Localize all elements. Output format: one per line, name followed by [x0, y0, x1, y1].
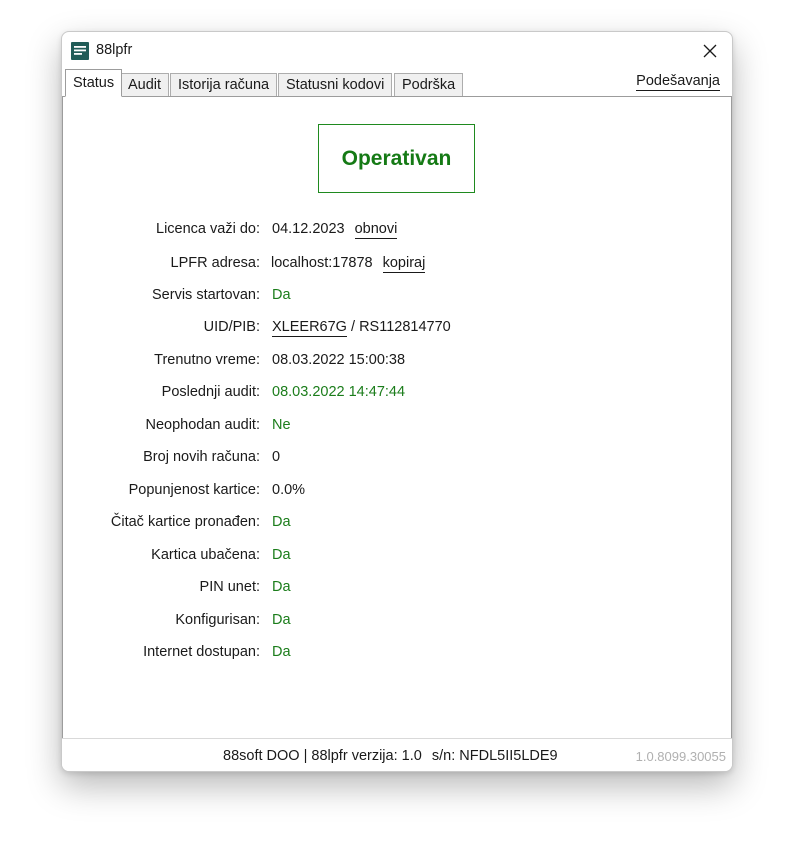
row-label: Popunjenost kartice: [128, 482, 260, 498]
row-internet-dostupan: Internet dostupan: Da [62, 644, 732, 666]
row-value: 04.12.2023 obnovi [272, 221, 398, 239]
row-label: Servis startovan: [152, 287, 260, 303]
row-uid-pib: UID/PIB: XLEER67G / RS112814770 [62, 319, 732, 341]
row-broj-novih-racuna: Broj novih računa: 0 [62, 449, 732, 471]
row-value: localhost:17878 kopiraj [271, 255, 426, 273]
row-label: Poslednji audit: [161, 384, 260, 400]
tab-istorija-racuna[interactable]: Istorija računa [170, 73, 278, 96]
license-date: 04.12.2023 [272, 221, 345, 237]
row-licenca: Licenca važi do: 04.12.2023 obnovi [62, 221, 732, 243]
lpfr-address: localhost:17878 [271, 255, 373, 271]
settings-link[interactable]: Podešavanja [636, 72, 720, 91]
pib-value: RS112814770 [359, 319, 451, 335]
row-label: Kartica ubačena: [151, 547, 260, 563]
tab-podrska[interactable]: Podrška [394, 73, 464, 96]
footer-version-label: verzija: [351, 748, 398, 764]
row-label: Trenutno vreme: [154, 352, 260, 368]
footer-version: 1.0 [401, 748, 422, 764]
row-label: Internet dostupan: [143, 644, 260, 660]
row-citac-kartice: Čitač kartice pronađen: Da [62, 514, 732, 536]
row-value: Da [272, 612, 291, 628]
renew-link[interactable]: obnovi [354, 221, 398, 239]
row-servis-startovan: Servis startovan: Da [62, 287, 732, 309]
row-label: Neophodan audit: [145, 417, 261, 433]
row-value: XLEER67G / RS112814770 [272, 319, 451, 337]
row-value: 0 [272, 449, 281, 465]
tab-statusni-kodovi[interactable]: Statusni kodovi [278, 73, 393, 96]
row-label: Konfigurisan: [175, 612, 260, 628]
row-value: Ne [272, 417, 291, 433]
uid-link[interactable]: XLEER67G [272, 319, 347, 337]
copy-link[interactable]: kopiraj [382, 255, 426, 273]
app-window: 88lpfr Status Audit Istorija računa Stat… [61, 31, 733, 772]
build-number: 1.0.8099.30055 [635, 749, 726, 764]
status-badge: Operativan [318, 124, 475, 193]
footer-info: 88soft DOO | 88lpfr verzija: 1.0 s/n: NF… [223, 748, 558, 764]
row-value: 08.03.2022 15:00:38 [272, 352, 406, 368]
row-label: LPFR adresa: [170, 255, 260, 271]
row-value: Da [272, 514, 291, 530]
title-bar: 88lpfr [62, 32, 732, 70]
row-value: 0.0% [272, 482, 306, 498]
row-popunjenost-kartice: Popunjenost kartice: 0.0% [62, 482, 732, 504]
row-konfigurisan: Konfigurisan: Da [62, 612, 732, 634]
row-value: Da [272, 547, 291, 563]
row-trenutno-vreme: Trenutno vreme: 08.03.2022 15:00:38 [62, 352, 732, 374]
row-poslednji-audit: Poslednji audit: 08.03.2022 14:47:44 [62, 384, 732, 406]
status-footer: 88soft DOO | 88lpfr verzija: 1.0 s/n: NF… [62, 738, 732, 771]
row-value: 08.03.2022 14:47:44 [272, 384, 406, 400]
footer-serial: NFDL5II5LDE9 [459, 748, 558, 764]
row-value: Da [272, 287, 291, 303]
row-label: PIN unet: [199, 579, 260, 595]
row-lpfr-adresa: LPFR adresa: localhost:17878 kopiraj [62, 255, 732, 277]
row-pin-unet: PIN unet: Da [62, 579, 732, 601]
row-label: UID/PIB: [203, 319, 260, 335]
row-label: Licenca važi do: [156, 221, 260, 237]
window-title: 88lpfr [96, 42, 133, 58]
row-label: Čitač kartice pronađen: [110, 514, 260, 530]
receipt-app-icon [70, 41, 90, 61]
footer-company: 88soft DOO | 88lpfr [223, 748, 348, 764]
tab-status[interactable]: Status [65, 69, 123, 97]
row-kartica-ubacena: Kartica ubačena: Da [62, 547, 732, 569]
footer-serial-label: s/n: [431, 748, 456, 764]
row-value: Da [272, 644, 291, 660]
row-neophodan-audit: Neophodan audit: Ne [62, 417, 732, 439]
close-icon[interactable] [700, 41, 720, 61]
uid-pib-separator: / [351, 319, 356, 335]
tab-audit[interactable]: Audit [120, 73, 170, 96]
row-value: Da [272, 579, 291, 595]
row-label: Broj novih računa: [143, 449, 260, 465]
